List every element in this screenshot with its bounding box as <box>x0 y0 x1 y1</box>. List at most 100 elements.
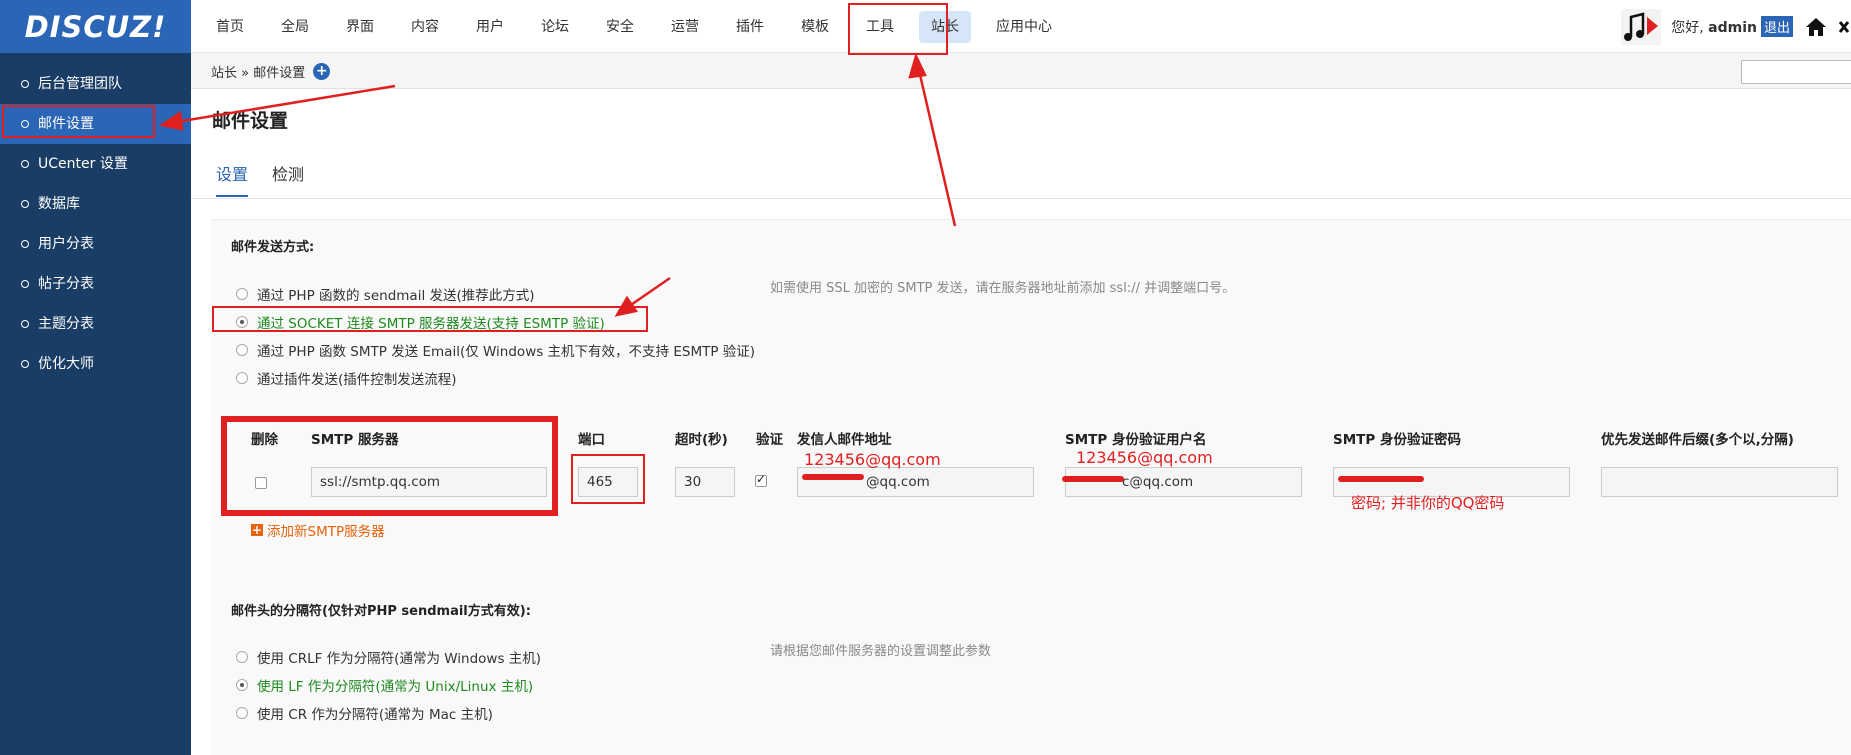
logout-button[interactable]: 退出 <box>1760 16 1793 37</box>
greeting-text: 您好, <box>1671 19 1704 36</box>
highlight-box-sidebar <box>2 105 155 138</box>
sidebar-item-label: 用户分表 <box>38 236 94 252</box>
settings-icon[interactable] <box>1837 18 1851 36</box>
tab-test[interactable]: 检测 <box>272 161 304 195</box>
user-example-annotation: 123456@qq.com <box>1076 448 1213 467</box>
bullet-icon <box>21 320 29 328</box>
timeout-input[interactable]: 30 <box>675 467 735 497</box>
bullet-icon <box>21 360 29 368</box>
radio-button[interactable] <box>236 288 248 300</box>
redaction-mark <box>1338 476 1424 482</box>
page-title: 邮件设置 <box>212 110 289 132</box>
radio-button[interactable] <box>236 679 248 691</box>
option-label: 使用 CR 作为分隔符(通常为 Mac 主机) <box>257 707 493 723</box>
col-auth: 验证 <box>756 432 783 448</box>
nav-plugins[interactable]: 插件 <box>724 11 776 43</box>
send-method-hint: 如需使用 SSL 加密的 SMTP 发送，请在服务器地址前添加 ssl:// 并… <box>770 281 1236 296</box>
nav-global[interactable]: 全局 <box>269 11 321 43</box>
sidebar-item-post-split[interactable]: 帖子分表 <box>0 264 191 304</box>
tab-settings[interactable]: 设置 <box>216 161 249 197</box>
home-icon[interactable] <box>1805 17 1827 37</box>
separator-option-lf[interactable]: 使用 LF 作为分隔符(通常为 Unix/Linux 主机) <box>236 675 533 695</box>
option-label: 使用 LF 作为分隔符(通常为 Unix/Linux 主机) <box>257 679 534 695</box>
sidebar-item-label: UCenter 设置 <box>38 156 128 172</box>
add-shortcut-icon[interactable]: + <box>313 63 331 80</box>
option-label: 通过 PHP 函数 SMTP 发送 Email(仅 Windows 主机下有效，… <box>257 344 756 360</box>
separator-label: 邮件头的分隔符(仅针对PHP sendmail方式有效): <box>231 604 531 619</box>
sidebar-item-label: 优化大师 <box>38 356 94 372</box>
col-timeout: 超时(秒) <box>675 432 728 448</box>
send-method-label: 邮件发送方式: <box>231 240 315 255</box>
separator-option-cr[interactable]: 使用 CR 作为分隔符(通常为 Mac 主机) <box>236 703 493 723</box>
sidebar-item-label: 主题分表 <box>38 316 94 332</box>
col-from-address: 发信人邮件地址 <box>797 432 892 448</box>
send-method-option-sendmail[interactable]: 通过 PHP 函数的 sendmail 发送(推荐此方式) <box>236 284 535 304</box>
nav-security[interactable]: 安全 <box>594 11 646 43</box>
nav-operations[interactable]: 运营 <box>659 11 711 43</box>
admin-page: DISCUZ! 首页 全局 界面 内容 用户 论坛 安全 运营 插件 模板 工具… <box>0 0 1851 755</box>
sidebar-item-label: 数据库 <box>38 196 80 212</box>
sidebar-item-user-split[interactable]: 用户分表 <box>0 224 191 264</box>
bullet-icon <box>21 200 29 208</box>
radio-button[interactable] <box>236 707 248 719</box>
separator-hint: 请根据您邮件服务器的设置调整此参数 <box>770 644 992 659</box>
nav-templates[interactable]: 模板 <box>789 11 841 43</box>
option-label: 通过插件发送(插件控制发送流程) <box>257 372 457 388</box>
nav-forum[interactable]: 论坛 <box>529 11 581 43</box>
sidebar-item-optimizer[interactable]: 优化大师 <box>0 344 191 384</box>
col-auth-username: SMTP 身份验证用户名 <box>1065 432 1207 448</box>
breadcrumb-text[interactable]: 站长 » 邮件设置 <box>211 62 305 81</box>
from-address-input[interactable]: @qq.com <box>797 467 1034 497</box>
music-note-icon[interactable] <box>1621 7 1662 47</box>
sidebar-item-label: 后台管理团队 <box>38 76 122 92</box>
col-port: 端口 <box>578 432 605 448</box>
highlight-box-port <box>571 454 645 504</box>
send-method-option-plugin[interactable]: 通过插件发送(插件控制发送流程) <box>236 368 457 388</box>
add-smtp-server-label: 添加新SMTP服务器 <box>267 524 385 540</box>
nav-home[interactable]: 首页 <box>204 11 256 43</box>
sidebar: 后台管理团队 邮件设置 UCenter 设置 数据库 用户分表 帖子分表 主题分… <box>0 53 191 755</box>
nav-users[interactable]: 用户 <box>464 11 516 43</box>
from-example-annotation: 123456@qq.com <box>804 450 941 469</box>
radio-button[interactable] <box>236 651 248 663</box>
auth-checkbox[interactable] <box>755 472 767 487</box>
bullet-icon <box>21 80 29 88</box>
bullet-icon <box>21 160 29 168</box>
sidebar-item-admin-team[interactable]: 后台管理团队 <box>0 64 191 104</box>
highlight-box-smtp-server <box>221 416 558 516</box>
top-nav-bar: 首页 全局 界面 内容 用户 论坛 安全 运营 插件 模板 工具 站长 应用中心… <box>191 0 1851 53</box>
plus-square-icon: + <box>251 523 263 537</box>
password-note-annotation: 密码; 并非你的QQ密码 <box>1351 494 1505 512</box>
col-preferred-suffix: 优先发送邮件后缀(多个以,分隔) <box>1601 432 1794 448</box>
breadcrumb-bar: 站长 » 邮件设置 + <box>191 53 1851 89</box>
option-label: 通过 PHP 函数的 sendmail 发送(推荐此方式) <box>257 288 535 304</box>
highlight-box-socket-option <box>212 306 648 332</box>
add-smtp-server-link[interactable]: + 添加新SMTP服务器 <box>251 520 385 540</box>
auth-username-input[interactable]: c@qq.com <box>1065 467 1302 497</box>
search-input[interactable] <box>1741 60 1851 84</box>
logo-text: DISCUZ! <box>24 9 167 44</box>
user-area: 您好, admin 退出 <box>1621 0 1851 53</box>
bullet-icon <box>21 240 29 248</box>
bullet-icon <box>21 280 29 288</box>
separator-option-crlf[interactable]: 使用 CRLF 作为分隔符(通常为 Windows 主机) <box>236 647 541 667</box>
col-auth-password: SMTP 身份验证密码 <box>1333 432 1461 448</box>
nav-app-center[interactable]: 应用中心 <box>984 11 1064 43</box>
nav-content[interactable]: 内容 <box>399 11 451 43</box>
tab-bar: 设置 检测 <box>191 150 1851 199</box>
sidebar-item-database[interactable]: 数据库 <box>0 184 191 224</box>
option-label: 使用 CRLF 作为分隔符(通常为 Windows 主机) <box>257 651 542 667</box>
preferred-suffix-input[interactable] <box>1601 467 1838 497</box>
greeting: 您好, admin <box>1671 17 1757 37</box>
highlight-box-nav <box>848 3 948 55</box>
username: admin <box>1708 19 1757 36</box>
discuz-logo[interactable]: DISCUZ! <box>0 0 191 53</box>
nav-interface[interactable]: 界面 <box>334 11 386 43</box>
sidebar-item-ucenter[interactable]: UCenter 设置 <box>0 144 191 184</box>
radio-button[interactable] <box>236 344 248 356</box>
radio-button[interactable] <box>236 372 248 384</box>
sidebar-item-thread-split[interactable]: 主题分表 <box>0 304 191 344</box>
send-method-option-php-smtp[interactable]: 通过 PHP 函数 SMTP 发送 Email(仅 Windows 主机下有效，… <box>236 340 755 360</box>
sidebar-item-label: 帖子分表 <box>38 276 94 292</box>
breadcrumb: 站长 » 邮件设置 + <box>211 62 331 81</box>
